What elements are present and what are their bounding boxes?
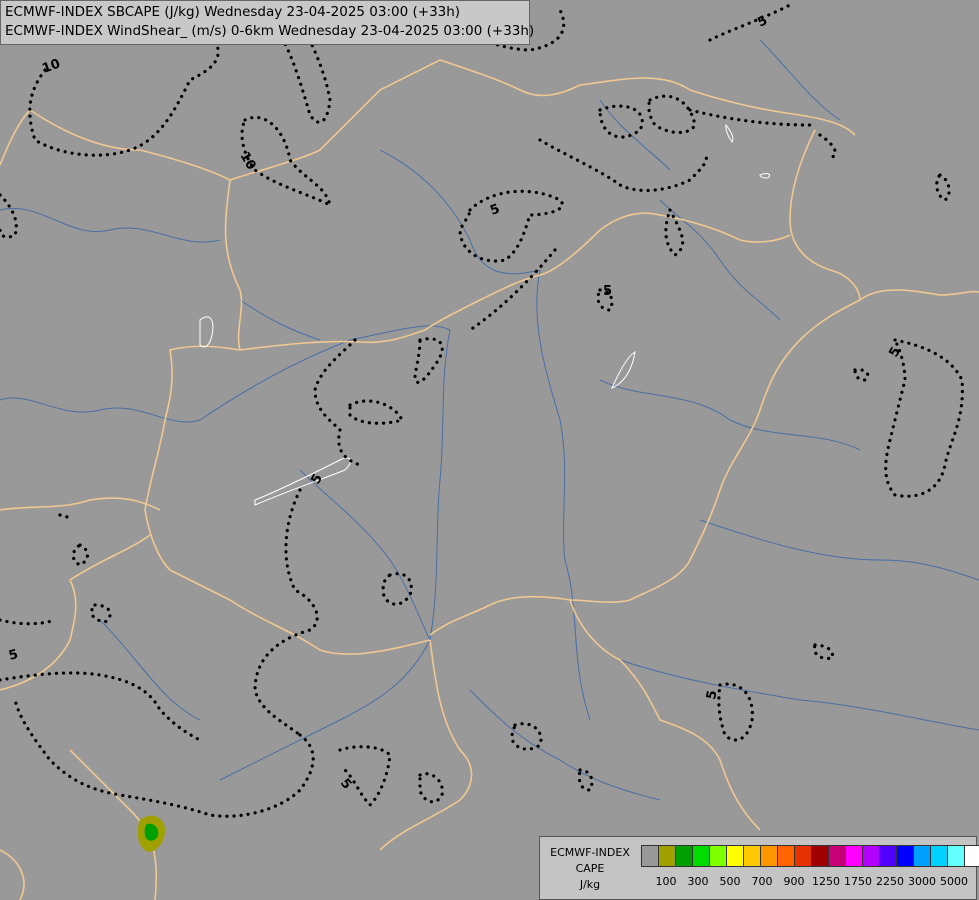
legend-tick-label: 5000 — [940, 875, 968, 888]
header-line-windshear: ECMWF-INDEX WindShear_ (m/s) 0-6km Wedne… — [5, 23, 535, 39]
legend-swatch — [692, 845, 710, 867]
legend-swatch — [760, 845, 778, 867]
legend-title-line: CAPE — [575, 862, 605, 875]
legend-tick-label: 1750 — [844, 875, 872, 888]
legend-tick-label: 3000 — [908, 875, 936, 888]
legend-title-line: ECMWF-INDEX — [550, 846, 630, 859]
legend-tick-label: 500 — [719, 875, 741, 888]
legend-tick-label: 2250 — [876, 875, 904, 888]
legend-swatch — [777, 845, 795, 867]
legend-ticks: 100 300 500 700 900 1250 1750 2250 3000 5000 — [642, 875, 972, 891]
legend-swatch — [675, 845, 693, 867]
legend-swatch — [828, 845, 846, 867]
legend-swatch — [896, 845, 914, 867]
legend-title-line: J/kg — [579, 878, 601, 891]
header-line-sbcape: ECMWF-INDEX SBCAPE (J/kg) Wednesday 23-0… — [5, 4, 461, 20]
legend-swatch — [709, 845, 727, 867]
legend-tick-label: 700 — [751, 875, 773, 888]
legend-swatch — [794, 845, 812, 867]
weather-map: 5 5 10 10 5 5 5 5 5 5 — [0, 0, 979, 900]
legend-swatch — [845, 845, 863, 867]
legend-swatch — [862, 845, 880, 867]
legend-swatch — [811, 845, 829, 867]
legend-swatch — [743, 845, 761, 867]
legend-tick-label: 300 — [687, 875, 709, 888]
legend-swatches — [641, 845, 979, 867]
legend-swatch — [913, 845, 931, 867]
cape-legend: ECMWF-INDEX CAPE J/kg 100 300 500 700 900 125… — [539, 836, 979, 900]
legend-tick-label: 1250 — [812, 875, 840, 888]
legend-tick-label: 100 — [655, 875, 677, 888]
legend-swatch — [930, 845, 948, 867]
legend-swatch — [658, 845, 676, 867]
legend-swatch — [726, 845, 744, 867]
legend-swatch — [947, 845, 965, 867]
legend-tick-label: 900 — [783, 875, 805, 888]
legend-swatch — [879, 845, 897, 867]
map-header: ECMWF-INDEX SBCAPE (J/kg) Wednesday 23-0… — [0, 0, 535, 45]
contour-label: 5 — [603, 284, 612, 299]
legend-swatch — [964, 845, 979, 867]
legend-swatch — [641, 845, 659, 867]
legend-title: ECMWF-INDEX CAPE J/kg — [542, 845, 638, 893]
